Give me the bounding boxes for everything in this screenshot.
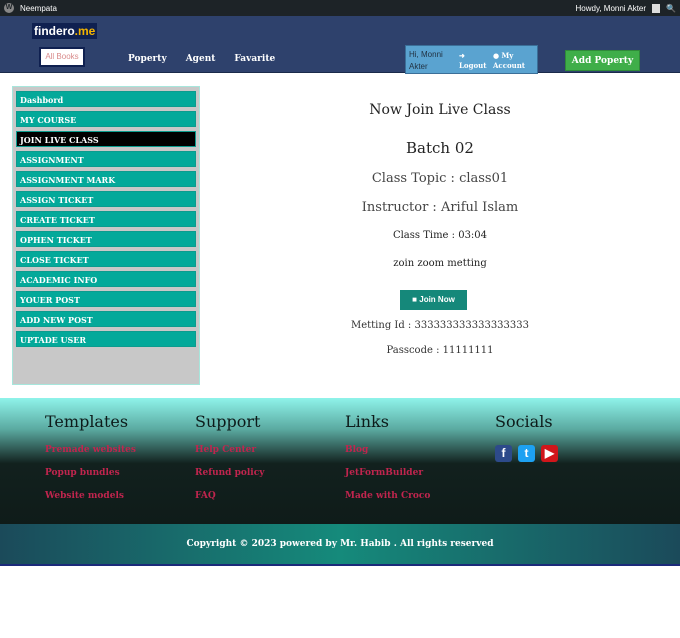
sidebar-item-your-post[interactable]: YOUER POST [16, 291, 196, 307]
footer-heading: Templates [45, 412, 129, 431]
meeting-id: Metting Id : 333333333333333333 [350, 320, 529, 331]
site-name[interactable]: Neempata [20, 4, 57, 13]
footer-link[interactable]: Made with Croco [345, 491, 430, 501]
logout-link[interactable]: ➜ Logout [459, 51, 486, 71]
add-property-button[interactable]: Add Poperty [565, 50, 640, 71]
sidebar-item-close-ticket[interactable]: CLOSE TICKET [16, 251, 196, 267]
sidebar-item-join-live-class[interactable]: JOIN LIVE CLASS [16, 131, 196, 147]
sidebar-item-academic-info[interactable]: ACADEMIC INFO [16, 271, 196, 287]
howdy-user[interactable]: Howdy, Monni Akter [575, 4, 646, 13]
search-icon[interactable]: 🔍 [666, 4, 676, 13]
join-now-button[interactable]: ■ Join Now [400, 290, 467, 310]
class-time: Class Time : 03:04 [392, 230, 488, 241]
footer: Templates Premade websites Popup bundles… [0, 398, 680, 524]
class-topic: Class Topic : class01 [371, 171, 509, 186]
footer-heading: Support [195, 412, 261, 431]
batch-title: Batch 02 [406, 139, 474, 157]
footer-socials: Socials f t ▶ [495, 412, 558, 462]
avatar[interactable] [652, 3, 661, 13]
footer-support: Support Help Center Refund policy FAQ [195, 412, 264, 514]
copyright: Copyright © 2023 powered by Mr. Habib . … [0, 524, 680, 566]
footer-link[interactable]: Refund policy [195, 468, 264, 478]
user-box: Hi, Monni Akter ➜ Logout ● My Account [405, 45, 538, 74]
sidebar-item-assign-ticket[interactable]: ASSIGN TICKET [16, 191, 196, 207]
footer-link[interactable]: JetFormBuilder [345, 468, 430, 478]
footer-link[interactable]: Premade websites [45, 445, 136, 455]
youtube-icon[interactable]: ▶ [541, 445, 558, 462]
admin-bar: W Neempata Howdy, Monni Akter 🔍 [0, 0, 680, 16]
greeting: Hi, Monni Akter [409, 50, 443, 71]
sidebar: Dashbord MY COURSE JOIN LIVE CLASS ASSIG… [12, 86, 200, 385]
footer-links: Links Blog JetFormBuilder Made with Croc… [345, 412, 430, 514]
footer-heading: Socials [495, 412, 553, 431]
facebook-icon[interactable]: f [495, 445, 512, 462]
footer-link[interactable]: Help Center [195, 445, 264, 455]
main-nav: Poperty Agent Favarite [128, 54, 275, 64]
sidebar-item-open-ticket[interactable]: OPHEN TICKET [16, 231, 196, 247]
wordpress-icon[interactable]: W [4, 3, 14, 13]
my-account-link[interactable]: ● My Account [493, 51, 537, 71]
user-icon: ● [493, 51, 500, 60]
twitter-icon[interactable]: t [518, 445, 535, 462]
video-camera-icon: ■ [412, 295, 418, 304]
sidebar-item-my-course[interactable]: MY COURSE [16, 111, 196, 127]
sidebar-item-assignment-mark[interactable]: ASSIGNMENT MARK [16, 171, 196, 187]
passcode: Passcode : 11111111 [386, 345, 494, 356]
instructor: Instructor : Ariful Islam [361, 200, 519, 215]
footer-templates: Templates Premade websites Popup bundles… [45, 412, 136, 514]
footer-link[interactable]: Blog [345, 445, 430, 455]
nav-property[interactable]: Poperty [128, 54, 167, 64]
site-header: findero.me All Books Poperty Agent Favar… [0, 16, 680, 74]
all-books-button[interactable]: All Books [39, 47, 85, 67]
nav-agent[interactable]: Agent [186, 54, 216, 64]
logout-icon: ➜ [459, 51, 465, 60]
page-title: Now Join Live Class [369, 102, 511, 118]
footer-heading: Links [345, 412, 389, 431]
sidebar-item-update-user[interactable]: UPTADE USER [16, 331, 196, 347]
footer-link[interactable]: FAQ [195, 491, 264, 501]
sidebar-item-assignment[interactable]: ASSIGNMENT [16, 151, 196, 167]
sidebar-item-add-new-post[interactable]: ADD NEW POST [16, 311, 196, 327]
footer-link[interactable]: Popup bundles [45, 468, 136, 478]
sidebar-item-dashboard[interactable]: Dashbord [16, 91, 196, 107]
nav-favorite[interactable]: Favarite [234, 54, 275, 64]
logo[interactable]: findero.me [32, 23, 98, 39]
sidebar-item-create-ticket[interactable]: CREATE TICKET [16, 211, 196, 227]
platform-text: zoin zoom metting [393, 258, 487, 269]
footer-link[interactable]: Website models [45, 491, 136, 501]
